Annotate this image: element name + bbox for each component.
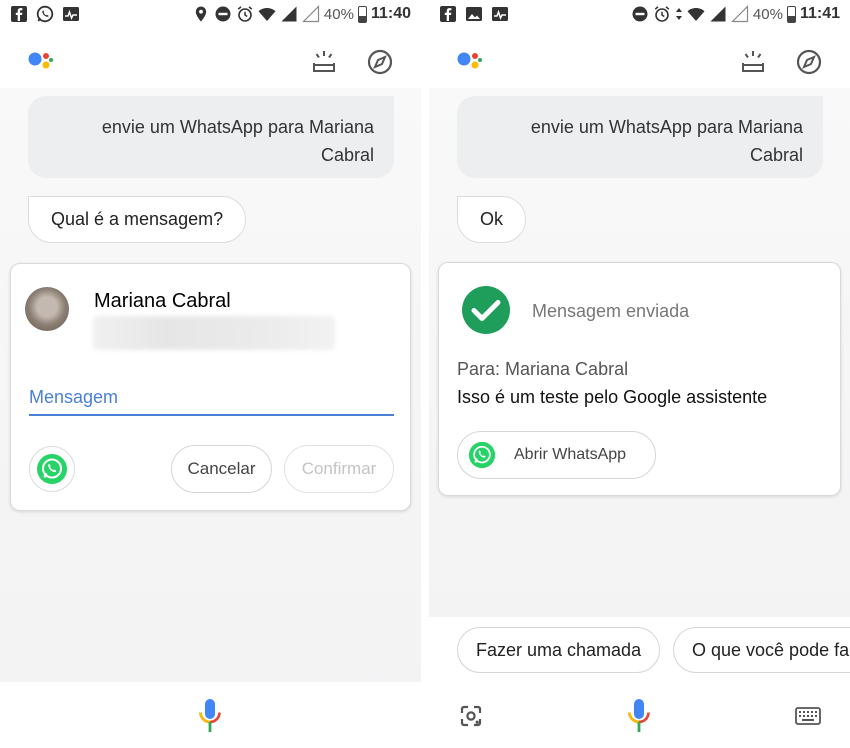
activity-icon	[492, 7, 508, 21]
snapshot-icon[interactable]	[310, 48, 338, 76]
suggestion-chip-call[interactable]: Fazer uma chamada	[457, 627, 661, 673]
battery-percent: 40%	[752, 5, 783, 23]
mic-icon[interactable]	[626, 698, 652, 734]
whatsapp-icon	[468, 441, 496, 469]
suggestion-chip-capabilities[interactable]: O que você pode fa	[673, 627, 850, 673]
message-input[interactable]: Mensagem	[29, 387, 118, 408]
avatar	[25, 287, 69, 331]
assistant-reply-bubble: Qual é a mensagem?	[28, 196, 247, 243]
open-whatsapp-label: Abrir WhatsApp	[514, 446, 627, 463]
facebook-icon	[440, 6, 456, 22]
bottom-bar	[429, 682, 850, 748]
google-assistant-logo	[457, 52, 482, 69]
confirm-button[interactable]: Confirmar	[284, 445, 394, 493]
keyboard-icon[interactable]	[795, 706, 821, 726]
lens-icon[interactable]	[459, 704, 483, 728]
user-query-bubble: envie um WhatsApp para Mariana Cabral	[28, 96, 394, 178]
compose-message-card: Mariana Cabral Mensagem Cancelar Confirm…	[10, 263, 411, 511]
whatsapp-icon	[37, 454, 67, 484]
message-input-underline	[29, 414, 394, 416]
right-screen: 40% 11:41 envie um WhatsApp para Mariana…	[429, 0, 850, 748]
signal-empty-icon	[301, 5, 320, 23]
sent-status-label: Mensagem enviada	[532, 301, 690, 321]
left-screen: 40% 11:40 envie um WhatsApp para Mariana…	[0, 0, 421, 748]
battery-icon	[786, 5, 796, 23]
open-whatsapp-button[interactable]: Abrir WhatsApp	[457, 431, 656, 479]
activity-icon	[63, 7, 79, 21]
battery-icon	[357, 5, 367, 23]
assistant-reply-bubble: Ok	[457, 196, 527, 243]
mic-icon[interactable]	[197, 698, 223, 734]
redacted-phone	[93, 316, 335, 350]
signal-icon	[281, 6, 297, 22]
location-icon	[195, 6, 207, 22]
check-circle-icon	[462, 286, 510, 334]
image-icon	[466, 7, 482, 21]
explore-icon[interactable]	[366, 48, 394, 76]
status-bar: 40% 11:41	[429, 0, 850, 30]
whatsapp-icon	[36, 5, 54, 23]
alarm-icon	[237, 6, 253, 22]
battery-percent: 40%	[323, 5, 354, 23]
user-query-bubble: envie um WhatsApp para Mariana Cabral	[457, 96, 823, 178]
data-transfer-icon	[675, 8, 682, 20]
message-sent-card: Mensagem enviada Para: Mariana Cabral Is…	[438, 262, 841, 496]
wifi-icon	[258, 8, 276, 21]
do-not-disturb-icon	[632, 6, 648, 22]
cancel-button[interactable]: Cancelar	[171, 445, 272, 493]
status-bar: 40% 11:40	[0, 0, 421, 30]
clock: 11:41	[799, 5, 840, 22]
google-assistant-logo	[28, 52, 53, 69]
screen-divider	[421, 0, 429, 748]
message-text: Isso é um teste pelo Google assistente	[457, 387, 768, 407]
recipient-line: Para: Mariana Cabral	[457, 359, 629, 379]
wifi-icon	[687, 8, 705, 21]
alarm-icon	[654, 6, 670, 22]
signal-icon	[710, 6, 726, 22]
explore-icon[interactable]	[795, 48, 823, 76]
bottom-bar	[0, 682, 421, 748]
assistant-top-bar	[0, 30, 421, 88]
assistant-top-bar	[429, 30, 850, 88]
contact-name: Mariana Cabral	[94, 290, 231, 312]
clock: 11:40	[370, 5, 411, 22]
whatsapp-app-badge	[29, 446, 75, 492]
signal-empty-icon	[730, 5, 749, 23]
facebook-icon	[11, 6, 27, 22]
snapshot-icon[interactable]	[739, 48, 767, 76]
do-not-disturb-icon	[215, 6, 231, 22]
